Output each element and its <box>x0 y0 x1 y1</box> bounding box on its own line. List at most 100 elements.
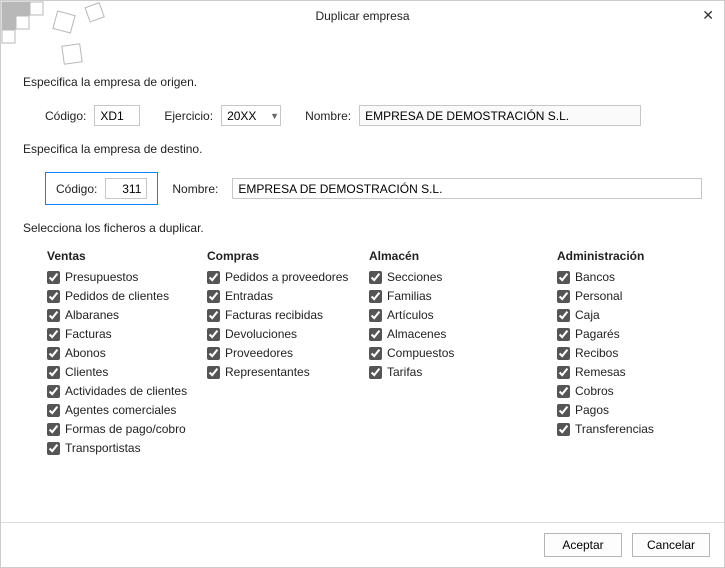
checkbox[interactable] <box>557 404 570 417</box>
checkbox-item[interactable]: Facturas <box>47 327 207 341</box>
checkbox[interactable] <box>47 385 60 398</box>
window-title: Duplicar empresa <box>315 9 409 23</box>
checkbox-item[interactable]: Personal <box>557 289 697 303</box>
col-admin-items: Bancos Personal Caja Pagarés Recibos Remesas C… <box>557 270 697 436</box>
checkbox[interactable] <box>557 385 570 398</box>
checkbox-label: Recibos <box>575 346 618 360</box>
checkbox-label: Remesas <box>575 365 626 379</box>
checkbox-label: Formas de pago/cobro <box>65 422 186 436</box>
checkbox-item[interactable]: Pedidos de clientes <box>47 289 207 303</box>
checkbox[interactable] <box>557 347 570 360</box>
col-almacen-header: Almacén <box>369 249 557 263</box>
checkbox-label: Transportistas <box>65 441 141 455</box>
checkbox-label: Personal <box>575 289 622 303</box>
checkbox[interactable] <box>207 271 220 284</box>
checkbox-item[interactable]: Actividades de clientes <box>47 384 207 398</box>
col-almacen: Almacén Secciones Familias Artículos Almace… <box>369 249 557 455</box>
checkbox[interactable] <box>557 309 570 322</box>
checkbox-item[interactable]: Compuestos <box>369 346 557 360</box>
checkbox-item[interactable]: Entradas <box>207 289 369 303</box>
checkbox-label: Albaranes <box>65 308 119 322</box>
checkbox[interactable] <box>557 328 570 341</box>
source-heading: Especifica la empresa de origen. <box>23 75 702 89</box>
checkbox-label: Pagos <box>575 403 609 417</box>
checkbox[interactable] <box>47 423 60 436</box>
checkbox-label: Secciones <box>387 270 442 284</box>
checkbox[interactable] <box>369 309 382 322</box>
checkbox-item[interactable]: Remesas <box>557 365 697 379</box>
checkbox-item[interactable]: Caja <box>557 308 697 322</box>
checkbox[interactable] <box>557 423 570 436</box>
checkbox[interactable] <box>369 290 382 303</box>
dest-section: Especifica la empresa de destino. Código… <box>23 142 702 207</box>
checkbox-item[interactable]: Recibos <box>557 346 697 360</box>
checkbox[interactable] <box>557 290 570 303</box>
checkbox-item[interactable]: Familias <box>369 289 557 303</box>
source-ejercicio-field[interactable] <box>221 105 281 126</box>
checkbox-item[interactable]: Pagos <box>557 403 697 417</box>
checkbox-label: Pedidos a proveedores <box>225 270 348 284</box>
checkbox-label: Presupuestos <box>65 270 138 284</box>
accept-button[interactable]: Aceptar <box>544 533 622 557</box>
checkbox[interactable] <box>207 366 220 379</box>
checkbox-label: Agentes comerciales <box>65 403 176 417</box>
close-icon[interactable]: ✕ <box>702 7 714 24</box>
checkbox-item[interactable]: Artículos <box>369 308 557 322</box>
checkbox-item[interactable]: Transportistas <box>47 441 207 455</box>
dest-codigo-focusbox: Código: <box>45 172 158 205</box>
checkbox-item[interactable]: Bancos <box>557 270 697 284</box>
checkbox[interactable] <box>47 309 60 322</box>
checkbox[interactable] <box>369 271 382 284</box>
checkbox[interactable] <box>47 290 60 303</box>
checkbox-item[interactable]: Cobros <box>557 384 697 398</box>
checkbox-label: Familias <box>387 289 432 303</box>
checkbox-item[interactable]: Facturas recibidas <box>207 308 369 322</box>
source-nombre-field <box>359 105 641 126</box>
checkbox[interactable] <box>47 347 60 360</box>
checkbox-item[interactable]: Devoluciones <box>207 327 369 341</box>
checkbox[interactable] <box>369 328 382 341</box>
dest-nombre-label: Nombre: <box>172 182 218 196</box>
checkbox-item[interactable]: Abonos <box>47 346 207 360</box>
checkbox-label: Almacenes <box>387 327 446 341</box>
checkbox-item[interactable]: Secciones <box>369 270 557 284</box>
source-codigo-field[interactable] <box>94 105 140 126</box>
checkbox-label: Actividades de clientes <box>65 384 187 398</box>
checkbox-item[interactable]: Representantes <box>207 365 369 379</box>
source-section: Especifica la empresa de origen. Código:… <box>23 75 702 128</box>
checkbox-label: Facturas recibidas <box>225 308 323 322</box>
checkbox-label: Abonos <box>65 346 106 360</box>
checkbox[interactable] <box>47 404 60 417</box>
checkbox-item[interactable]: Tarifas <box>369 365 557 379</box>
checkbox[interactable] <box>369 347 382 360</box>
checkbox-item[interactable]: Almacenes <box>369 327 557 341</box>
checkbox[interactable] <box>207 328 220 341</box>
checkbox-item[interactable]: Clientes <box>47 365 207 379</box>
checkbox[interactable] <box>47 328 60 341</box>
checkbox[interactable] <box>557 366 570 379</box>
titlebar: Duplicar empresa ✕ <box>1 1 724 29</box>
checkbox[interactable] <box>47 271 60 284</box>
checkbox[interactable] <box>557 271 570 284</box>
checkbox-item[interactable]: Proveedores <box>207 346 369 360</box>
checkbox[interactable] <box>47 442 60 455</box>
checkbox-item[interactable]: Albaranes <box>47 308 207 322</box>
checkbox[interactable] <box>207 309 220 322</box>
dest-codigo-field[interactable] <box>105 178 147 199</box>
dest-heading: Especifica la empresa de destino. <box>23 142 702 156</box>
cancel-button[interactable]: Cancelar <box>632 533 710 557</box>
checkbox-item[interactable]: Formas de pago/cobro <box>47 422 207 436</box>
checkbox-item[interactable]: Presupuestos <box>47 270 207 284</box>
checkbox-label: Devoluciones <box>225 327 297 341</box>
checkbox-item[interactable]: Pagarés <box>557 327 697 341</box>
checkbox[interactable] <box>369 366 382 379</box>
checkbox-item[interactable]: Transferencias <box>557 422 697 436</box>
source-codigo-label: Código: <box>45 109 86 123</box>
checkbox-item[interactable]: Pedidos a proveedores <box>207 270 369 284</box>
dest-nombre-field[interactable] <box>232 178 702 199</box>
checkbox[interactable] <box>47 366 60 379</box>
checkbox[interactable] <box>207 290 220 303</box>
checkbox-item[interactable]: Agentes comerciales <box>47 403 207 417</box>
checkbox[interactable] <box>207 347 220 360</box>
col-admin-header: Administración <box>557 249 697 263</box>
